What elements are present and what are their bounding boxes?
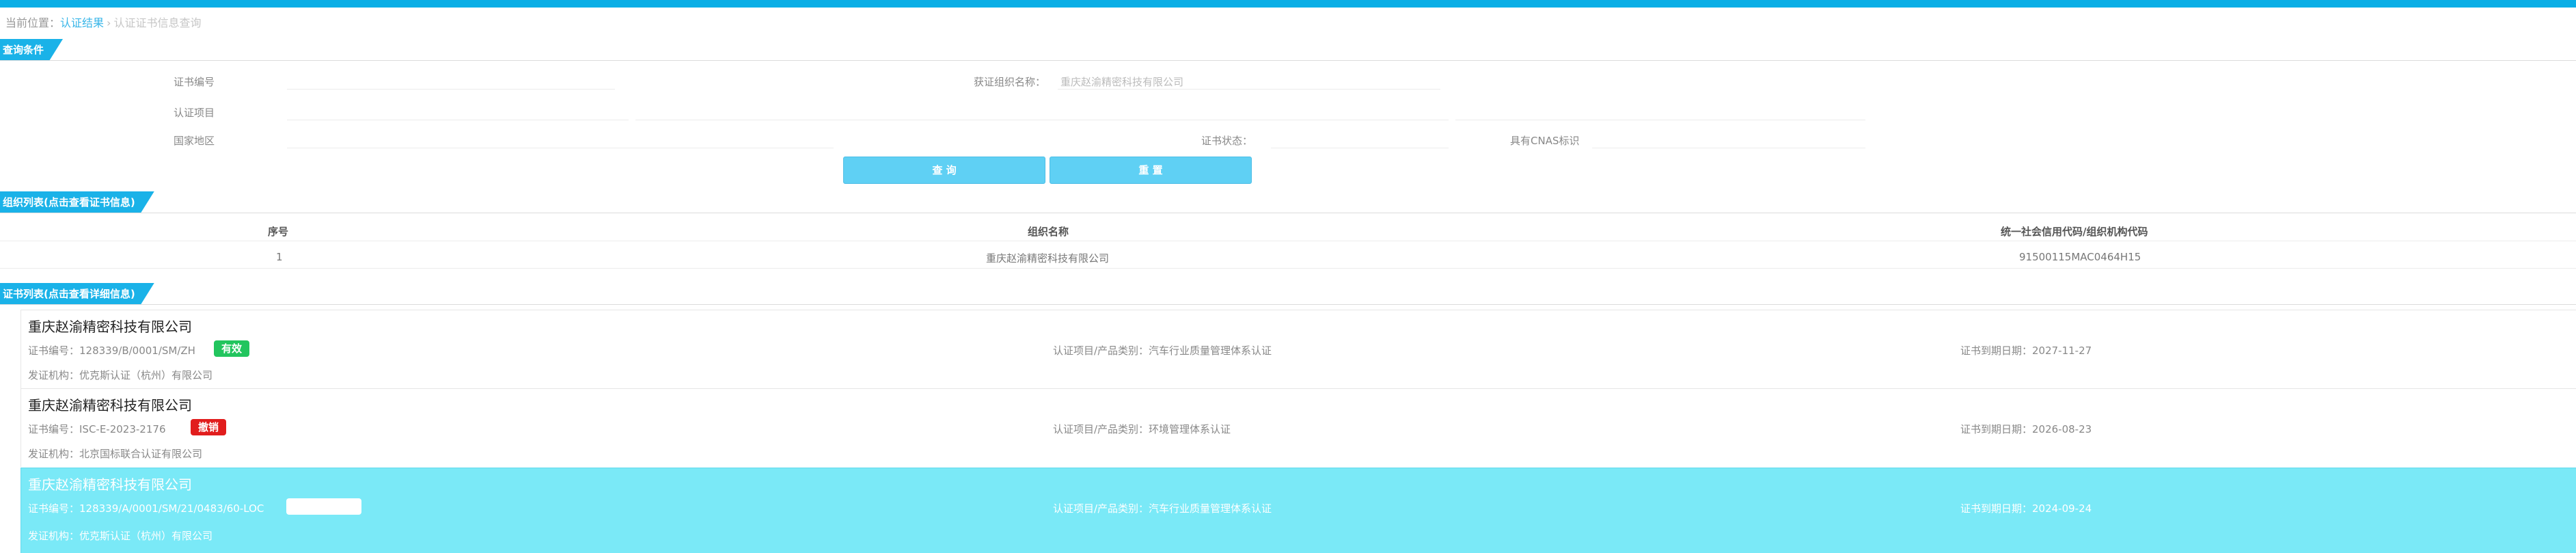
- breadcrumb-separator: ›: [107, 16, 111, 29]
- region-label: 国家地区: [174, 135, 215, 147]
- cert-project: 认证项目/产品类别：汽车行业质量管理体系认证: [1053, 345, 1272, 357]
- cert-issuer: 发证机构：优克斯认证（杭州）有限公司: [28, 369, 213, 381]
- cert-issuer: 发证机构：北京国标联合认证有限公司: [28, 448, 203, 460]
- cert-expiry: 证书到期日期：2026-08-23: [1960, 423, 2092, 435]
- top-accent-bar: [0, 0, 2576, 8]
- cert-project: 认证项目/产品类别：环境管理体系认证: [1053, 423, 1231, 435]
- cert-card-2[interactable]: 重庆赵渝精密科技有限公司 证书编号：ISC-E-2023-2176 撤销 认证项…: [20, 388, 2576, 467]
- org-list-section-title: 组织列表(点击查看证书信息): [0, 191, 154, 213]
- breadcrumb: 当前位置：认证结果 › 认证证书信息查询: [5, 14, 201, 30]
- breadcrumb-link-results[interactable]: 认证结果: [60, 16, 104, 29]
- cert-number: 证书编号：128339/B/0001/SM/ZH: [28, 345, 195, 357]
- cert-no-underline: [287, 89, 615, 90]
- cert-org-name: 重庆赵渝精密科技有限公司: [28, 319, 192, 335]
- org-col-index: 序号: [268, 226, 289, 238]
- cert-expiry: 证书到期日期：2024-09-24: [1960, 502, 2092, 515]
- status-badge: 有效: [214, 340, 249, 357]
- org-row-code[interactable]: 91500115MAC0464H15: [2019, 251, 2141, 263]
- cert-no-label: 证书编号: [174, 76, 215, 88]
- search-button[interactable]: 查 询: [843, 157, 1045, 184]
- query-section-divider: [0, 60, 2576, 61]
- org-col-code: 统一社会信用代码/组织机构代码: [2001, 226, 2148, 238]
- reset-button[interactable]: 重 置: [1050, 157, 1252, 184]
- status-select[interactable]: [1271, 131, 1449, 146]
- cert-card-1[interactable]: 重庆赵渝精密科技有限公司 证书编号：128339/B/0001/SM/ZH 有效…: [20, 310, 2576, 388]
- org-col-name: 组织名称: [1028, 226, 1069, 238]
- org-name-input[interactable]: 重庆赵渝精密科技有限公司: [1060, 75, 1183, 89]
- cnas-label: 具有CNAS标识: [1510, 135, 1580, 147]
- query-section-title: 查询条件: [0, 39, 63, 61]
- cert-org-name: 重庆赵渝精密科技有限公司: [28, 397, 192, 414]
- org-name-label: 获证组织名称：: [974, 76, 1046, 88]
- cnas-select[interactable]: [1592, 131, 1865, 146]
- org-name-underline: [1058, 89, 1440, 90]
- cert-number: 证书编号：128339/A/0001/SM/21/0483/60-LOC: [28, 502, 264, 515]
- breadcrumb-prefix: 当前位置：: [5, 16, 61, 29]
- org-row-index[interactable]: 1: [276, 251, 283, 263]
- cert-list-section-title: 证书列表(点击查看详细信息): [0, 283, 154, 305]
- org-row-divider: [0, 268, 2576, 269]
- project-select[interactable]: [287, 103, 615, 118]
- cert-no-input[interactable]: [287, 72, 615, 87]
- cert-expiry: 证书到期日期：2027-11-27: [1960, 345, 2092, 357]
- status-badge: [286, 498, 361, 515]
- cert-list-divider: [0, 304, 2576, 305]
- org-row-name[interactable]: 重庆赵渝精密科技有限公司: [986, 251, 1109, 265]
- region-select[interactable]: [287, 131, 424, 146]
- status-label: 证书状态：: [1201, 135, 1253, 147]
- cert-card-3[interactable]: 重庆赵渝精密科技有限公司 证书编号：128339/A/0001/SM/21/04…: [20, 468, 2576, 553]
- breadcrumb-current: 认证证书信息查询: [113, 16, 202, 29]
- cert-project: 认证项目/产品类别：汽车行业质量管理体系认证: [1053, 502, 1272, 515]
- cert-org-name: 重庆赵渝精密科技有限公司: [28, 476, 192, 493]
- project-label: 认证项目: [174, 107, 215, 119]
- status-badge: 撤销: [191, 419, 226, 435]
- cert-number: 证书编号：ISC-E-2023-2176: [28, 423, 166, 435]
- cert-issuer: 发证机构：优克斯认证（杭州）有限公司: [28, 530, 213, 542]
